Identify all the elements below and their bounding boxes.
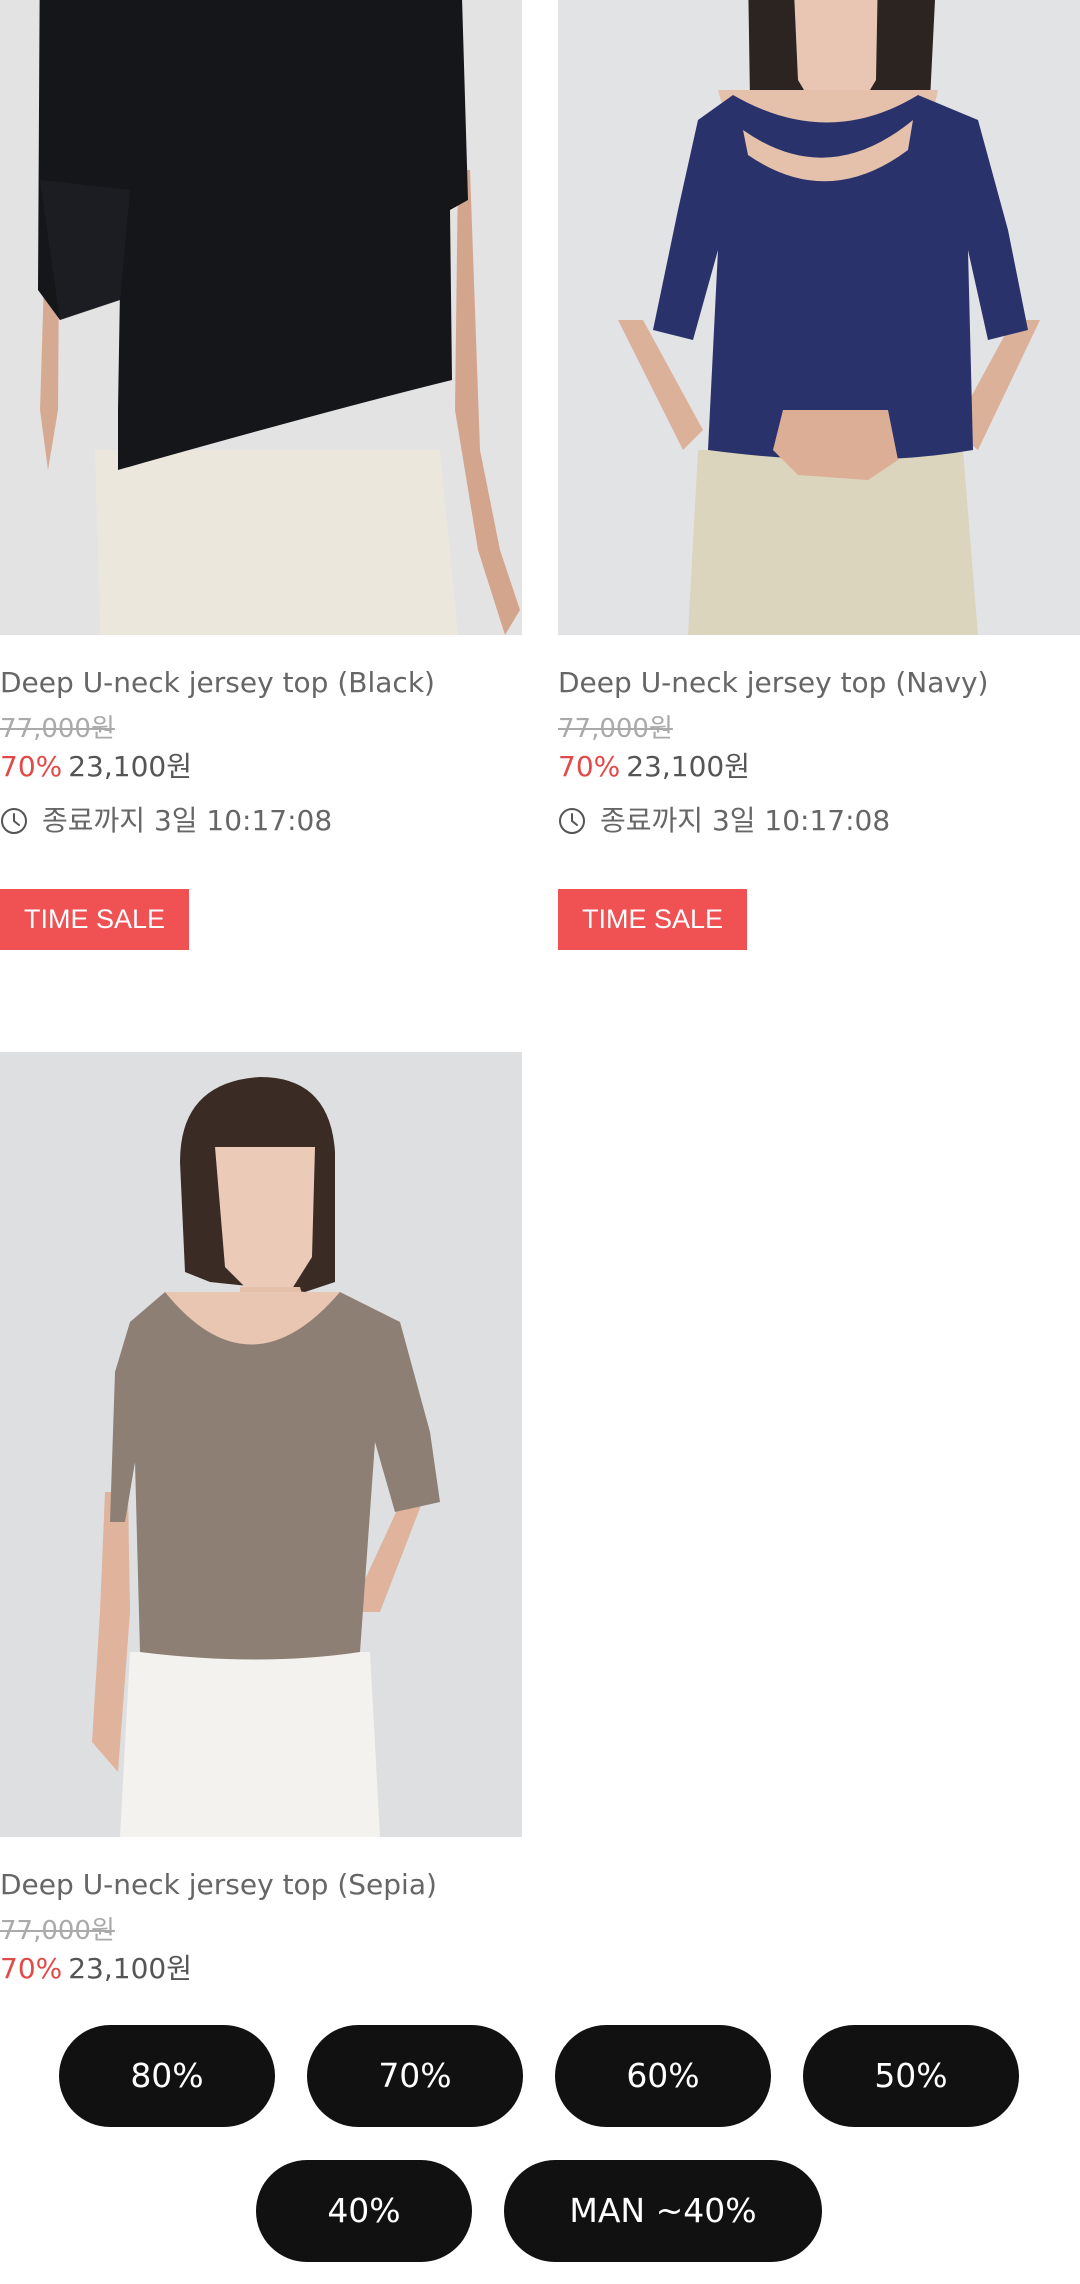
sale-price: 23,100원	[626, 750, 750, 783]
product-image[interactable]	[0, 0, 522, 635]
discount-rate: 70%	[0, 1952, 63, 1985]
countdown-timer: 종료까지 3일 10:17:08	[558, 799, 1080, 843]
countdown-text: 종료까지 3일 10:17:08	[600, 804, 891, 837]
time-sale-badge: TIME SALE	[558, 889, 748, 950]
discount-rate: 70%	[0, 750, 63, 783]
original-price: 77,000원	[558, 714, 673, 744]
filter-50-button[interactable]: 50%	[803, 2025, 1019, 2127]
product-image[interactable]	[558, 0, 1080, 635]
sale-price-row: 70% 23,100원	[0, 747, 522, 787]
product-card[interactable]: Deep U-neck jersey top (Black) 77,000원 7…	[0, 0, 522, 950]
product-title[interactable]: Deep U-neck jersey top (Navy)	[558, 661, 1080, 705]
product-card[interactable]: Deep U-neck jersey top (Sepia) 77,000원 7…	[0, 1052, 522, 1989]
product-image[interactable]	[0, 1052, 522, 1837]
filter-70-button[interactable]: 70%	[307, 2025, 523, 2127]
clock-icon	[0, 807, 28, 835]
product-title[interactable]: Deep U-neck jersey top (Sepia)	[0, 1863, 522, 1907]
time-sale-badge: TIME SALE	[0, 889, 190, 950]
filter-man-40-button[interactable]: MAN ~40%	[504, 2160, 822, 2262]
original-price: 77,000원	[0, 1916, 115, 1946]
sale-price: 23,100원	[68, 1952, 192, 1985]
discount-filter-bar: 80% 70% 60% 50% 40% MAN ~40%	[0, 1990, 1080, 2284]
filter-40-button[interactable]: 40%	[256, 2160, 472, 2262]
discount-rate: 70%	[558, 750, 621, 783]
countdown-timer: 종료까지 3일 10:17:08	[0, 799, 522, 843]
product-card[interactable]: Deep U-neck jersey top (Navy) 77,000원 70…	[558, 0, 1080, 950]
product-list-page: Deep U-neck jersey top (Black) 77,000원 7…	[0, 0, 1080, 2284]
sale-price: 23,100원	[68, 750, 192, 783]
countdown-text: 종료까지 3일 10:17:08	[42, 804, 333, 837]
filter-80-button[interactable]: 80%	[59, 2025, 275, 2127]
sale-price-row: 70% 23,100원	[558, 747, 1080, 787]
product-title[interactable]: Deep U-neck jersey top (Black)	[0, 661, 522, 705]
sale-price-row: 70% 23,100원	[0, 1949, 522, 1989]
original-price: 77,000원	[0, 714, 115, 744]
clock-icon	[558, 807, 586, 835]
filter-60-button[interactable]: 60%	[555, 2025, 771, 2127]
